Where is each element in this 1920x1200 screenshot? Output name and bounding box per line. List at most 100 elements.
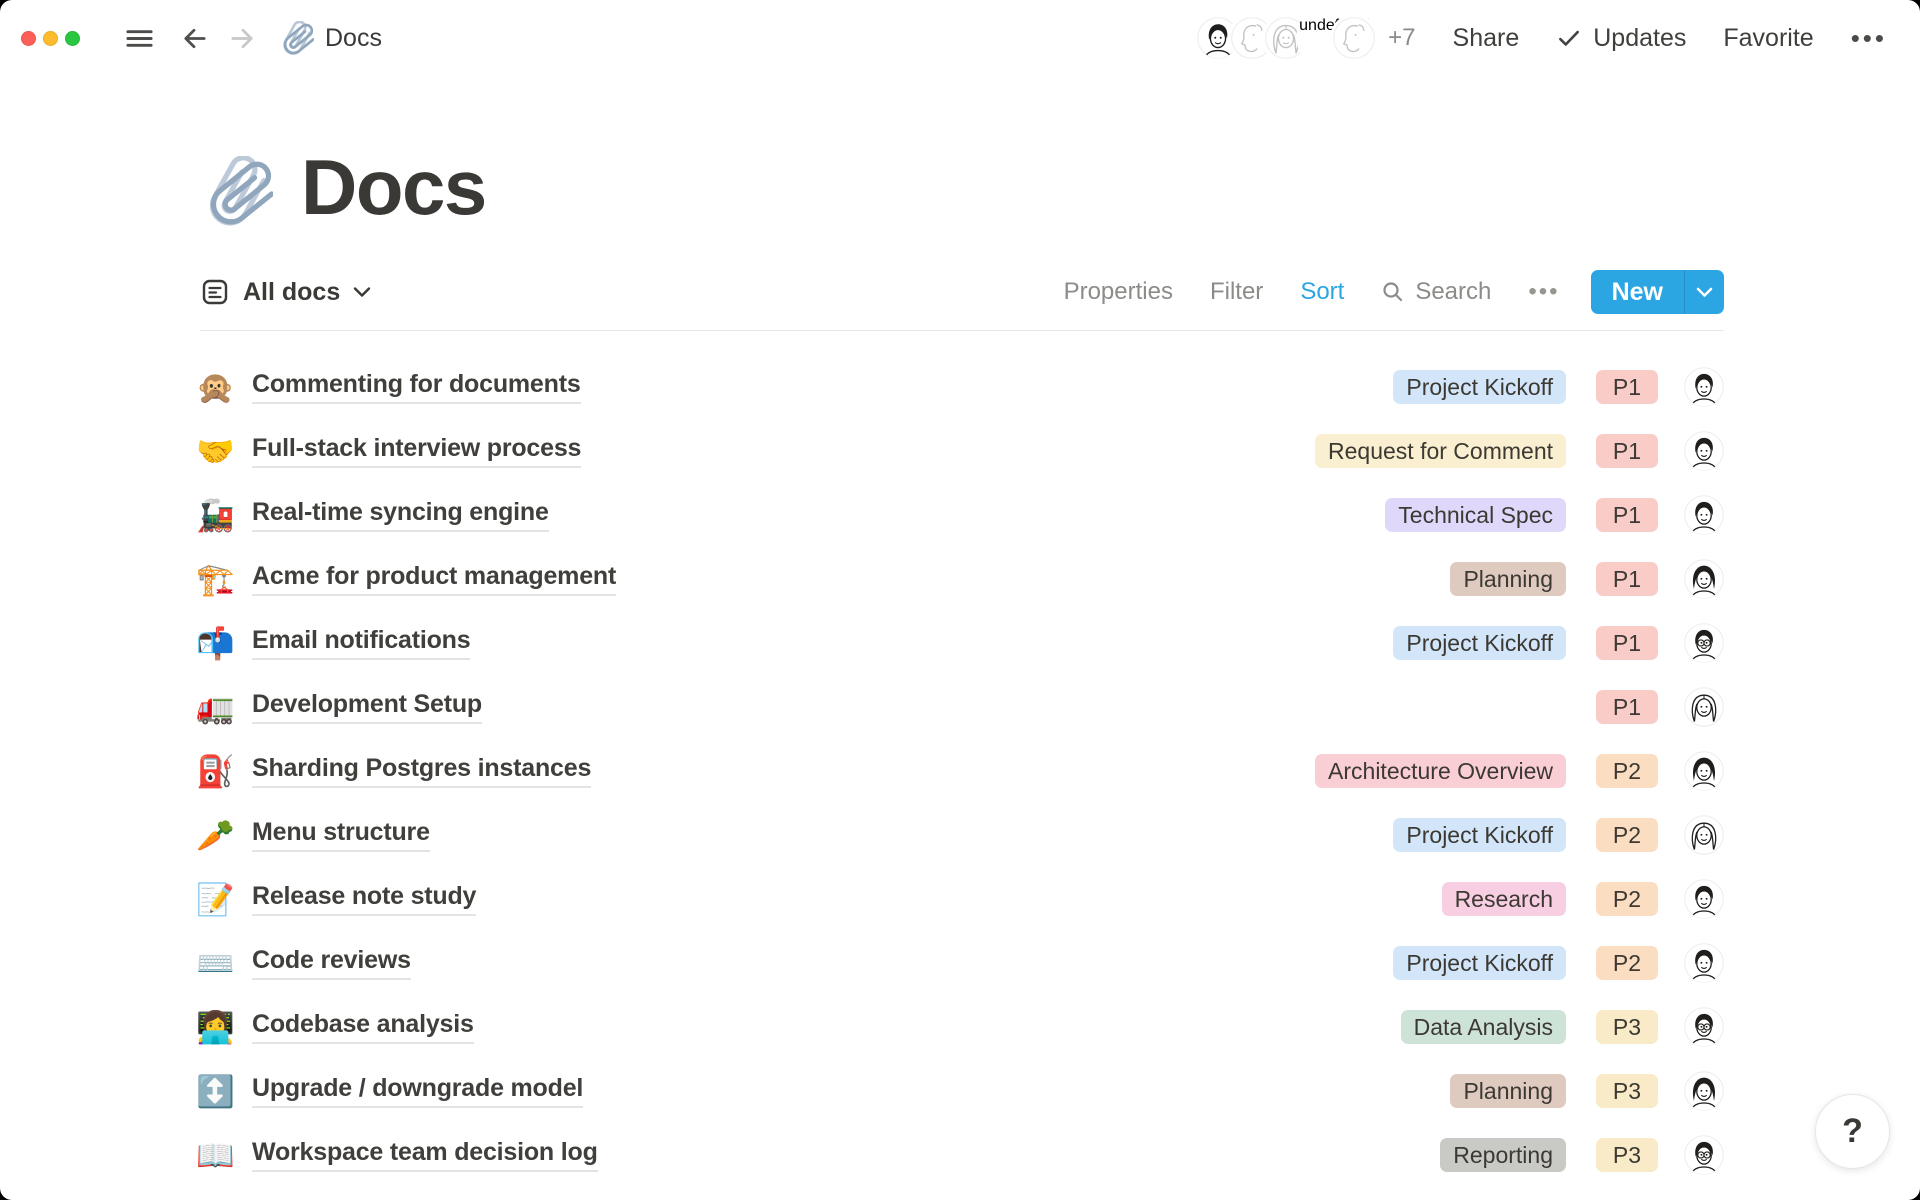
docs-list: 🙊Commenting for documentsProject Kickoff… bbox=[196, 355, 1724, 1187]
search-label: Search bbox=[1415, 278, 1491, 306]
page-title: Docs bbox=[301, 148, 486, 226]
doc-tag-badge[interactable]: Project Kickoff bbox=[1393, 946, 1566, 980]
doc-title[interactable]: Commenting for documents bbox=[252, 370, 581, 405]
doc-row[interactable]: 🙊Commenting for documentsProject Kickoff… bbox=[196, 355, 1724, 419]
properties-button[interactable]: Properties bbox=[1064, 278, 1173, 306]
chevron-down-icon bbox=[353, 286, 371, 298]
doc-priority-badge[interactable]: P1 bbox=[1596, 626, 1658, 660]
minimize-window-button[interactable] bbox=[43, 31, 58, 46]
favorite-button[interactable]: Favorite bbox=[1723, 24, 1813, 53]
doc-owner-avatar[interactable] bbox=[1684, 879, 1724, 919]
doc-priority-badge[interactable]: P2 bbox=[1596, 818, 1658, 852]
doc-emoji-icon: ↕️ bbox=[196, 1076, 252, 1107]
doc-title[interactable]: Sharding Postgres instances bbox=[252, 754, 591, 789]
doc-title[interactable]: Codebase analysis bbox=[252, 1010, 474, 1045]
doc-tag-badge[interactable]: Reporting bbox=[1440, 1138, 1566, 1172]
doc-row[interactable]: ⛽Sharding Postgres instancesArchitecture… bbox=[196, 739, 1724, 803]
doc-row[interactable]: 🚂Real-time syncing engineTechnical SpecP… bbox=[196, 483, 1724, 547]
back-button[interactable] bbox=[179, 23, 210, 54]
doc-priority-badge[interactable]: P1 bbox=[1596, 498, 1658, 532]
doc-tag-badge[interactable]: Architecture Overview bbox=[1315, 754, 1566, 788]
filter-button[interactable]: Filter bbox=[1210, 278, 1263, 306]
toolbar-more-button[interactable]: ••• bbox=[1528, 278, 1559, 306]
doc-priority-badge[interactable]: P2 bbox=[1596, 946, 1658, 980]
doc-owner-avatar[interactable] bbox=[1684, 431, 1724, 471]
doc-tag-badge[interactable]: Research bbox=[1442, 882, 1566, 916]
doc-owner-avatar[interactable] bbox=[1684, 687, 1724, 727]
doc-title[interactable]: Workspace team decision log bbox=[252, 1138, 598, 1173]
doc-emoji-icon: 👩‍💻 bbox=[196, 1012, 252, 1043]
check-icon bbox=[1556, 25, 1582, 51]
doc-priority-badge[interactable]: P1 bbox=[1596, 690, 1658, 724]
doc-emoji-icon: 📬 bbox=[196, 628, 252, 659]
doc-owner-avatar[interactable] bbox=[1684, 1135, 1724, 1175]
doc-title[interactable]: Upgrade / downgrade model bbox=[252, 1074, 583, 1109]
search-button[interactable]: Search bbox=[1381, 278, 1491, 306]
titlebar-actions: undefined +7 Share Updates Favorite ••• bbox=[1197, 17, 1887, 59]
doc-row[interactable]: 📖Workspace team decision logReportingP3 bbox=[196, 1123, 1724, 1187]
view-switcher[interactable]: All docs bbox=[200, 277, 371, 307]
doc-tag-badge[interactable]: Request for Comment bbox=[1315, 434, 1566, 468]
updates-button[interactable]: Updates bbox=[1556, 24, 1686, 53]
doc-owner-avatar[interactable] bbox=[1684, 495, 1724, 535]
doc-tag-badge[interactable]: Project Kickoff bbox=[1393, 818, 1566, 852]
forward-button[interactable] bbox=[227, 23, 258, 54]
doc-tag-badge[interactable]: Planning bbox=[1450, 562, 1566, 596]
doc-row[interactable]: 🏗️Acme for product managementPlanningP1 bbox=[196, 547, 1724, 611]
doc-title[interactable]: Menu structure bbox=[252, 818, 430, 853]
doc-tag-badge[interactable]: Data Analysis bbox=[1401, 1010, 1566, 1044]
doc-title[interactable]: Release note study bbox=[252, 882, 476, 917]
zoom-window-button[interactable] bbox=[65, 31, 80, 46]
doc-title[interactable]: Email notifications bbox=[252, 626, 470, 661]
doc-row[interactable]: 📝Release note studyResearchP2 bbox=[196, 867, 1724, 931]
doc-priority-badge[interactable]: P1 bbox=[1596, 434, 1658, 468]
doc-owner-avatar[interactable] bbox=[1684, 943, 1724, 983]
doc-emoji-icon: 🚛 bbox=[196, 692, 252, 723]
doc-owner-avatar[interactable] bbox=[1684, 1071, 1724, 1111]
doc-priority-badge[interactable]: P2 bbox=[1596, 754, 1658, 788]
doc-owner-avatar[interactable] bbox=[1684, 751, 1724, 791]
favorite-label: Favorite bbox=[1723, 24, 1813, 53]
doc-row[interactable]: 🤝Full-stack interview processRequest for… bbox=[196, 419, 1724, 483]
doc-owner-avatar[interactable] bbox=[1684, 559, 1724, 599]
new-doc-dropdown-button[interactable] bbox=[1684, 270, 1724, 314]
doc-owner-avatar[interactable] bbox=[1684, 623, 1724, 663]
collaborator-avatars[interactable]: undefined bbox=[1197, 17, 1375, 59]
doc-owner-avatar[interactable] bbox=[1684, 1007, 1724, 1047]
share-button[interactable]: Share bbox=[1453, 24, 1520, 53]
collaborator-avatar-man-profile-sketch[interactable] bbox=[1333, 17, 1375, 59]
close-window-button[interactable] bbox=[21, 31, 36, 46]
doc-owner-avatar[interactable] bbox=[1684, 815, 1724, 855]
sidebar-toggle-button[interactable] bbox=[124, 23, 155, 54]
doc-priority-badge[interactable]: P3 bbox=[1596, 1010, 1658, 1044]
more-options-button[interactable]: ••• bbox=[1851, 23, 1887, 54]
doc-tag-badge[interactable]: Project Kickoff bbox=[1393, 626, 1566, 660]
doc-priority-badge[interactable]: P1 bbox=[1596, 370, 1658, 404]
doc-title[interactable]: Code reviews bbox=[252, 946, 411, 981]
doc-priority-badge[interactable]: P2 bbox=[1596, 882, 1658, 916]
new-doc-button[interactable]: New bbox=[1591, 270, 1684, 314]
doc-priority-badge[interactable]: P3 bbox=[1596, 1138, 1658, 1172]
doc-tag-badge[interactable]: Project Kickoff bbox=[1393, 370, 1566, 404]
doc-title[interactable]: Acme for product management bbox=[252, 562, 616, 597]
doc-title[interactable]: Real-time syncing engine bbox=[252, 498, 549, 533]
sort-button[interactable]: Sort bbox=[1300, 278, 1344, 306]
page-paperclip-icon[interactable] bbox=[203, 156, 273, 226]
doc-tag-badge[interactable]: Planning bbox=[1450, 1074, 1566, 1108]
doc-title[interactable]: Development Setup bbox=[252, 690, 482, 725]
doc-priority-badge[interactable]: P3 bbox=[1596, 1074, 1658, 1108]
doc-row[interactable]: 🚛Development Setup P1 bbox=[196, 675, 1724, 739]
help-button[interactable]: ? bbox=[1815, 1094, 1890, 1169]
doc-owner-avatar[interactable] bbox=[1684, 367, 1724, 407]
doc-priority-badge[interactable]: P1 bbox=[1596, 562, 1658, 596]
doc-row[interactable]: 👩‍💻Codebase analysis Data Analysis P3 bbox=[196, 995, 1724, 1059]
doc-title[interactable]: Full-stack interview process bbox=[252, 434, 581, 469]
doc-row[interactable]: ↕️Upgrade / downgrade model Planning P3 bbox=[196, 1059, 1724, 1123]
arrow-left-icon bbox=[179, 23, 210, 54]
doc-row[interactable]: 📬Email notifications Project Kickoff P1 bbox=[196, 611, 1724, 675]
doc-tag-badge[interactable]: Technical Spec bbox=[1385, 498, 1566, 532]
doc-row[interactable]: 🥕Menu structureProject KickoffP2 bbox=[196, 803, 1724, 867]
doc-row[interactable]: ⌨️Code reviewsProject KickoffP2 bbox=[196, 931, 1724, 995]
hamburger-icon bbox=[124, 23, 155, 54]
collaborator-overflow-count[interactable]: +7 bbox=[1388, 24, 1415, 52]
